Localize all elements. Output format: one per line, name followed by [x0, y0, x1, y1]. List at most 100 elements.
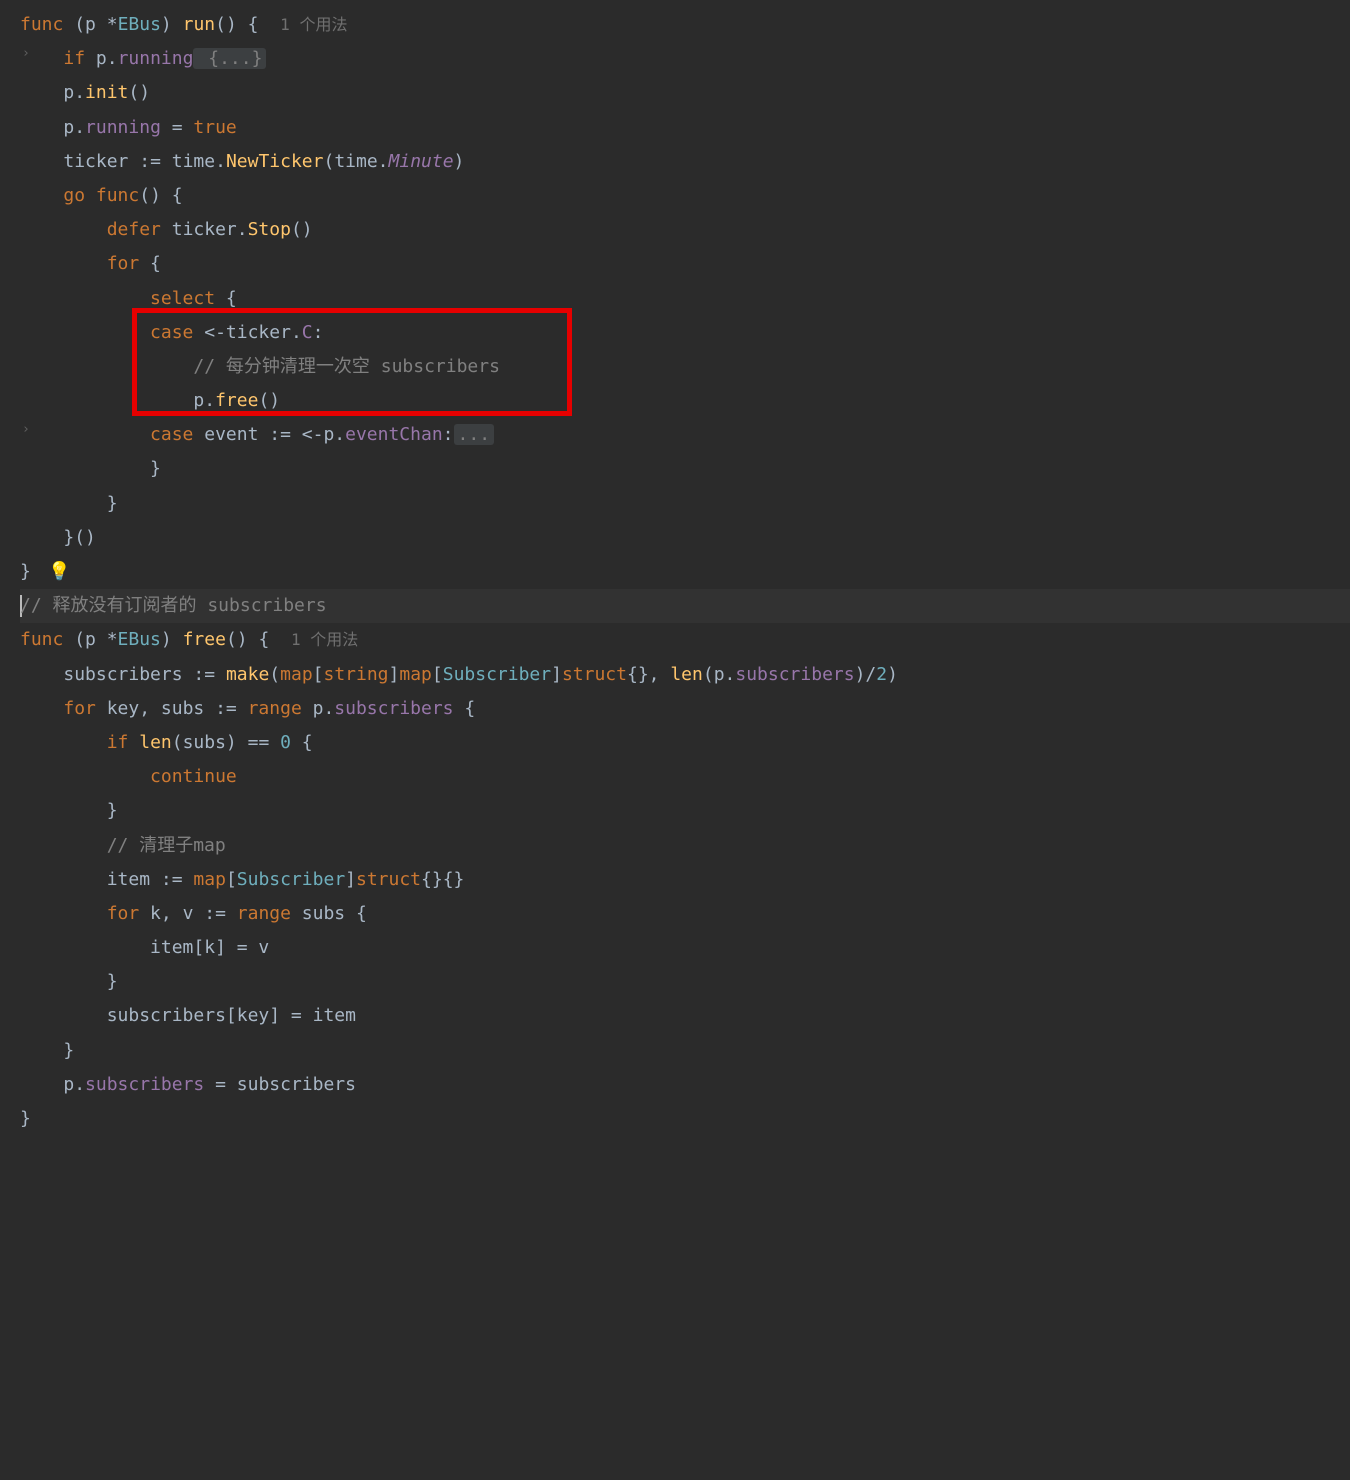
code-line[interactable]: }💡 [20, 555, 1350, 589]
code-line[interactable]: for key, subs := range p.subscribers { [20, 692, 1350, 726]
usage-hint[interactable]: 1 个用法 [291, 630, 358, 649]
bulb-icon[interactable]: 💡 [48, 555, 70, 589]
comment: // 清理子map [107, 835, 226, 856]
text: () [258, 390, 280, 411]
code-line[interactable]: } [20, 1102, 1350, 1136]
brace: } [107, 800, 118, 821]
fold-icon[interactable]: › [22, 418, 30, 443]
keyword: continue [150, 766, 237, 787]
code-line[interactable]: subscribers := make(map[string]map[Subsc… [20, 658, 1350, 692]
code-line[interactable]: › if p.running {...} [20, 42, 1350, 76]
code-line[interactable]: for k, v := range subs { [20, 897, 1350, 931]
keyword: range [248, 698, 302, 719]
code-line[interactable]: ticker := time.NewTicker(time.Minute) [20, 145, 1350, 179]
code-line[interactable]: go func() { [20, 179, 1350, 213]
text: { [139, 253, 161, 274]
fold-icon[interactable]: › [22, 42, 30, 67]
identifier: subscribers [63, 664, 182, 685]
text: p. [63, 1074, 85, 1095]
folded-region[interactable]: ... [454, 424, 495, 445]
text: key, subs := [96, 698, 248, 719]
text [63, 14, 74, 35]
text: p. [85, 48, 118, 69]
code-line[interactable]: p.free() [20, 384, 1350, 418]
code-line[interactable]: p.init() [20, 76, 1350, 110]
code-line[interactable]: } [20, 1034, 1350, 1068]
code-line[interactable]: case <-ticker.C: [20, 316, 1350, 350]
text: : [443, 424, 454, 445]
text: )/ [855, 664, 877, 685]
text: () [291, 219, 313, 240]
code-line[interactable]: // 清理子map [20, 829, 1350, 863]
code-line[interactable]: p.subscribers = subscribers [20, 1068, 1350, 1102]
boolean: true [193, 117, 236, 138]
code-line[interactable]: item[k] = v [20, 931, 1350, 965]
text: { [291, 732, 313, 753]
text: = [161, 117, 194, 138]
keyword: defer [107, 219, 161, 240]
builtin-call: len [670, 664, 703, 685]
text: subs { [291, 903, 367, 924]
text: ticker. [161, 219, 248, 240]
receiver: (p * [63, 629, 117, 650]
type-name: EBus [118, 629, 161, 650]
text: := [128, 151, 171, 172]
keyword: go [63, 185, 85, 206]
identifier: item [107, 869, 150, 890]
code-line[interactable]: } [20, 794, 1350, 828]
text: () { [139, 185, 182, 206]
code-line[interactable]: }() [20, 521, 1350, 555]
text: p. [63, 117, 85, 138]
code-line[interactable]: // 释放没有订阅者的 subscribers [20, 589, 1350, 623]
text: ] [551, 664, 562, 685]
code-line[interactable]: } [20, 452, 1350, 486]
field: running [85, 117, 161, 138]
code-line[interactable]: p.running = true [20, 111, 1350, 145]
code-editor[interactable]: func (p *EBus) run() { 1 个用法 › if p.runn… [0, 0, 1350, 1144]
code-line[interactable]: subscribers[key] = item [20, 999, 1350, 1033]
text: () [128, 82, 150, 103]
code-line[interactable]: › case event := <-p.eventChan:... [20, 418, 1350, 452]
keyword: struct [356, 869, 421, 890]
number: 0 [280, 732, 291, 753]
field: subscribers [85, 1074, 204, 1095]
code-line[interactable]: } [20, 487, 1350, 521]
function-name: run [183, 14, 216, 35]
text: p. [63, 82, 85, 103]
text: k, v := [139, 903, 237, 924]
code-line[interactable]: select { [20, 282, 1350, 316]
usage-hint[interactable]: 1 个用法 [280, 15, 347, 34]
code-line[interactable]: // 每分钟清理一次空 subscribers [20, 350, 1350, 384]
text: event := <-p. [193, 424, 345, 445]
code-line[interactable]: if len(subs) == 0 { [20, 726, 1350, 760]
method-call: Stop [248, 219, 291, 240]
text: () { [215, 14, 258, 35]
package: time. [334, 151, 388, 172]
method-call: free [215, 390, 258, 411]
keyword: struct [562, 664, 627, 685]
code-line[interactable]: for { [20, 247, 1350, 281]
text: ] [345, 869, 356, 890]
text: ] [389, 664, 400, 685]
code-line[interactable]: func (p *EBus) run() { 1 个用法 [20, 8, 1350, 42]
brace: } [20, 1108, 31, 1129]
code-line[interactable]: func (p *EBus) free() { 1 个用法 [20, 623, 1350, 657]
code-line[interactable]: } [20, 965, 1350, 999]
code-line[interactable]: defer ticker.Stop() [20, 213, 1350, 247]
code-line[interactable]: continue [20, 760, 1350, 794]
text: () { [226, 629, 269, 650]
package: time. [172, 151, 226, 172]
text: ( [269, 664, 280, 685]
builtin-call: make [226, 664, 269, 685]
type-name: Subscriber [443, 664, 551, 685]
type: string [324, 664, 389, 685]
code-line[interactable]: item := map[Subscriber]struct{}{} [20, 863, 1350, 897]
comment: // 释放没有订阅者的 subscribers [20, 595, 327, 616]
keyword: func [20, 629, 63, 650]
folded-region[interactable]: {...} [193, 48, 266, 69]
keyword: case [150, 424, 193, 445]
keyword: if [63, 48, 85, 69]
text: ) [161, 629, 183, 650]
keyword: for [63, 698, 96, 719]
brace: } [20, 561, 31, 582]
